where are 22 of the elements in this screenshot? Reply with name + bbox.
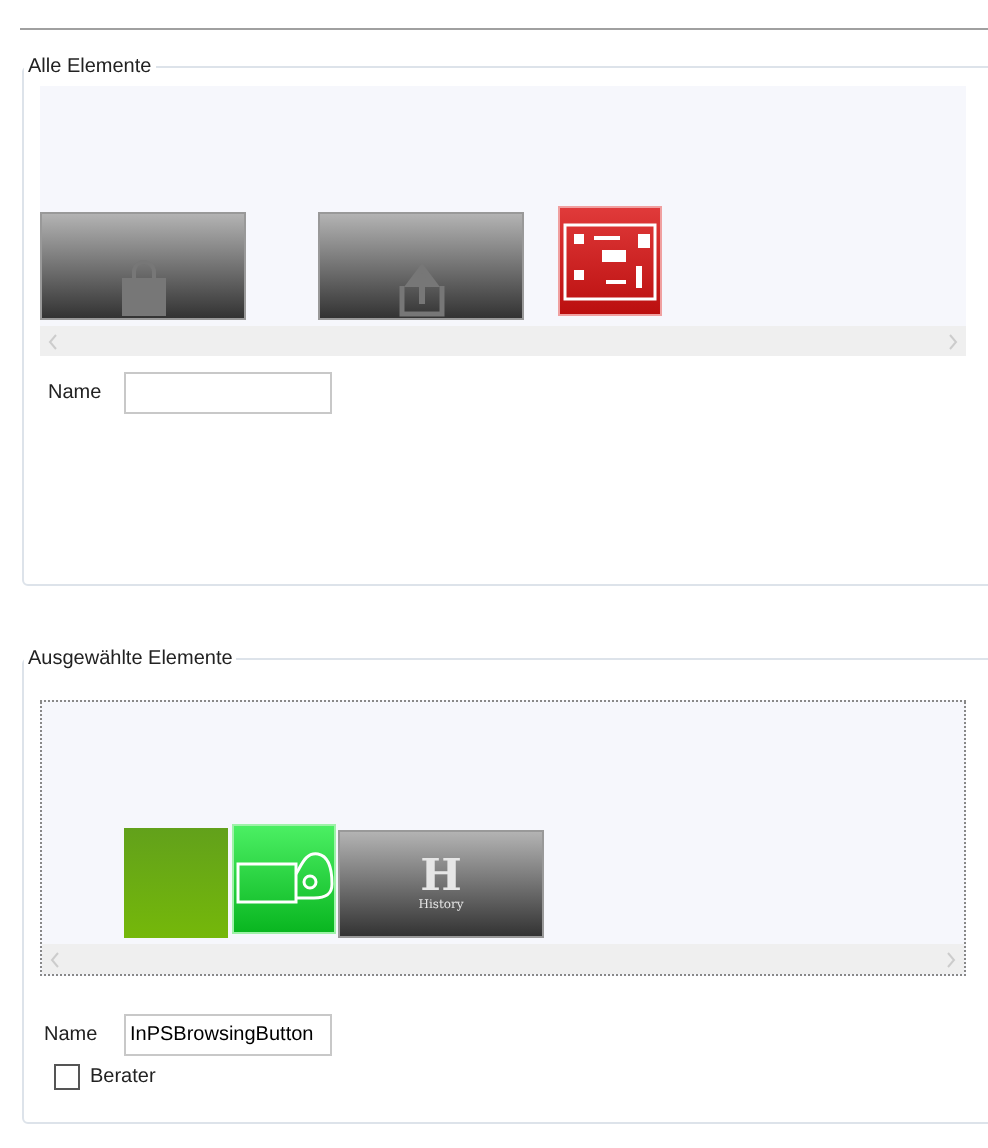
board-icon [562, 221, 658, 301]
history-letter: H [420, 854, 462, 898]
checkbox-label: Berater [90, 1066, 156, 1088]
scroll-right-icon[interactable] [946, 951, 956, 967]
name-field[interactable]: InPSBrowsingButton [124, 1014, 332, 1056]
scroll-left-icon[interactable] [50, 951, 60, 967]
horizontal-scrollbar[interactable] [40, 326, 966, 356]
group-title: Alle Elemente [26, 56, 154, 78]
scroll-right-icon[interactable] [948, 333, 958, 349]
name-label: Name [44, 1024, 100, 1046]
blank-tile[interactable] [124, 828, 228, 938]
card-tile[interactable] [232, 824, 336, 934]
upload-icon [397, 262, 445, 318]
horizontal-scrollbar[interactable] [42, 944, 964, 974]
name-field[interactable] [124, 372, 332, 414]
name-label: Name [48, 382, 104, 404]
board-tile[interactable] [558, 206, 662, 316]
bag-tile[interactable] [40, 212, 246, 320]
scroll-left-icon[interactable] [48, 333, 58, 349]
checkbox[interactable] [54, 1064, 80, 1090]
group-title: Ausgewählte Elemente [26, 648, 235, 670]
upload-tile[interactable] [318, 212, 524, 320]
